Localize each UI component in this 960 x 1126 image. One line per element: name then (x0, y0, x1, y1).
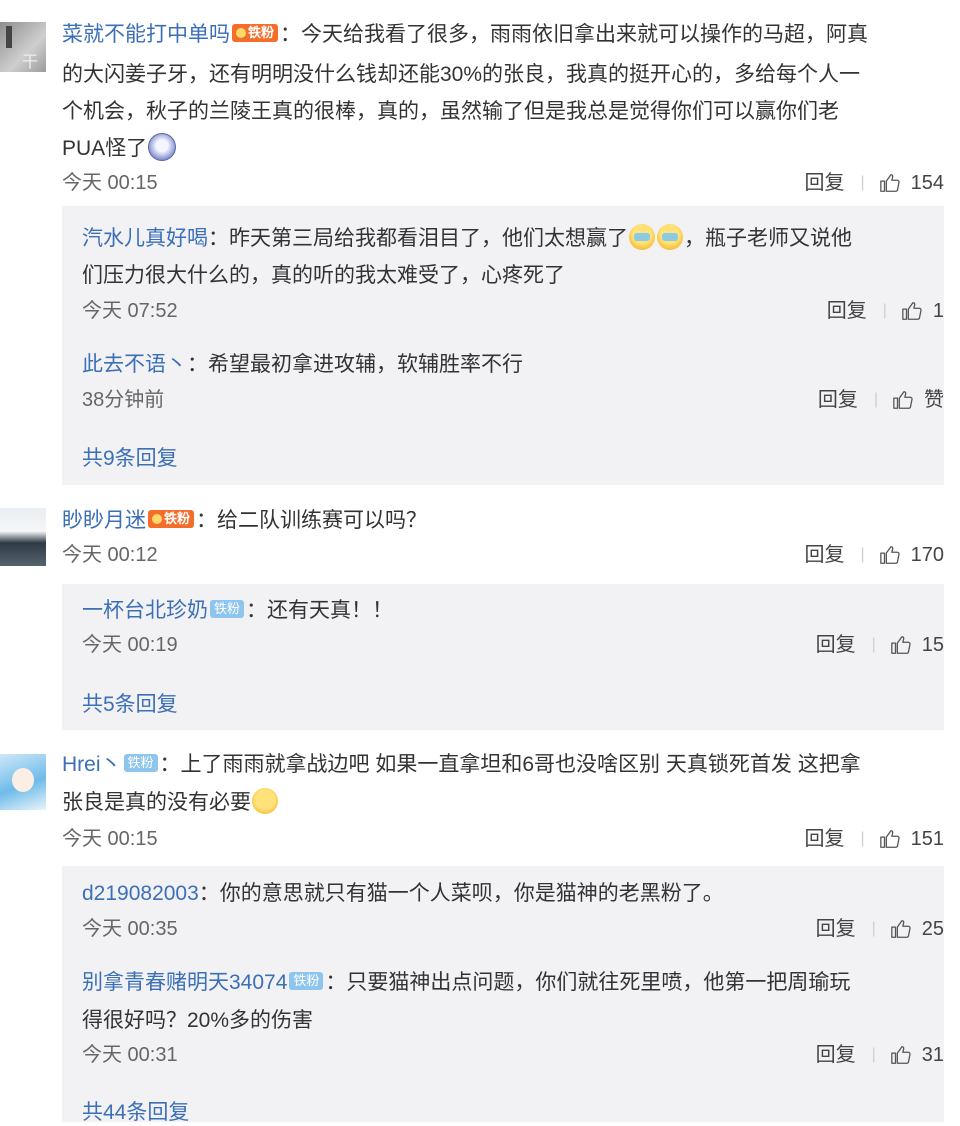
like-label: 赞 (924, 389, 944, 411)
crying-face-emoji (629, 224, 655, 251)
reply-meta: 今天 00:19 回复 | 15 (82, 630, 944, 660)
reply-meta: 今天 07:52 回复 | 1 (82, 296, 944, 326)
comment-text: 个机会，秋子的兰陵王真的很棒，真的，虽然输了但是我总是觉得你们可以赢你们老 (62, 100, 839, 123)
comment-time: 今天 00:15 (62, 828, 158, 850)
avatar[interactable] (0, 754, 46, 810)
reply-text: ：你的意思就只有猫一个人菜呗，你是猫神的老黑粉了。 (198, 882, 724, 905)
reply-button[interactable]: 回复 (816, 630, 856, 660)
like-count: 1 (932, 300, 944, 322)
thumbs-up-icon[interactable] (879, 828, 901, 850)
reply-text: ：昨天第三局给我都看泪目了，他们太想赢了 (208, 227, 628, 250)
divider: | (871, 636, 876, 653)
fan-badge: 铁粉 (289, 972, 324, 991)
comment-username[interactable]: 眇眇月迷 (62, 509, 146, 532)
comment-time: 今天 00:12 (62, 544, 158, 566)
view-more-replies-link[interactable]: 共5条回复 (82, 688, 178, 718)
reply-text: ：只要猫神出点问题，你们就往死里喷，他第一把周瑜玩 (325, 971, 851, 994)
sweat-smile-emoji (252, 788, 278, 815)
divider: | (871, 920, 876, 937)
comment-text: 张良是真的没有必要 (62, 791, 251, 814)
thumbs-up-icon[interactable] (890, 1044, 912, 1066)
thumbs-up-icon[interactable] (879, 544, 901, 566)
thumbs-up-icon[interactable] (890, 918, 912, 940)
reply-meta: 今天 00:35 回复 | 25 (82, 914, 944, 944)
divider: | (873, 391, 878, 408)
divider: | (860, 174, 865, 191)
comment-username[interactable]: Hrei丶 (62, 753, 122, 776)
like-count: 154 (910, 172, 944, 194)
reply-button[interactable]: 回复 (816, 914, 856, 944)
shocked-face-emoji (148, 133, 177, 162)
reply-username[interactable]: 汽水儿真好喝 (82, 227, 208, 250)
crying-face-emoji (657, 224, 683, 251)
reply-button[interactable]: 回复 (804, 168, 844, 198)
comment-meta: 今天 00:12 回复 | 170 (62, 540, 944, 570)
divider: | (860, 830, 865, 847)
avatar[interactable] (0, 508, 46, 566)
reply-button[interactable]: 回复 (804, 540, 844, 570)
reply-username[interactable]: d219082003 (82, 882, 199, 905)
reply-text: ：还有天真！！ (246, 599, 394, 622)
comment-text: ：给二队训练赛可以吗？ (196, 509, 428, 532)
reply-text: ：希望最初拿进攻辅，软辅胜率不行 (187, 353, 523, 376)
divider: | (860, 546, 865, 563)
reply-text: 们压力很大什么的，真的听的我太难受了，心疼死了 (82, 264, 565, 287)
comment-meta: 今天 00:15 回复 | 151 (62, 824, 944, 854)
reply-time: 38分钟前 (82, 389, 165, 411)
fan-badge-icon (152, 514, 162, 525)
thumbs-up-icon[interactable] (890, 634, 912, 656)
fan-badge-icon (236, 28, 246, 39)
reply-username[interactable]: 一杯台北珍奶 (82, 599, 208, 622)
reply-text: ，瓶子老师又说他 (684, 227, 852, 250)
reply-time: 今天 00:31 (82, 1044, 178, 1066)
like-count: 25 (921, 918, 944, 940)
reply-username[interactable]: 此去不语丶 (82, 353, 187, 376)
comment-text: ：上了雨雨就拿战边吧 如果一直拿坦和6哥也没啥区别 天真锁死首发 这把拿 (159, 753, 861, 776)
like-count: 170 (910, 544, 944, 566)
reply-time: 今天 07:52 (82, 300, 178, 322)
divider: | (871, 1046, 876, 1063)
reply-text: 得很好吗？20%多的伤害 (82, 1009, 314, 1032)
like-count: 15 (921, 634, 944, 656)
reply-button[interactable]: 回复 (804, 824, 844, 854)
fan-badge: 铁粉 (123, 754, 158, 773)
fan-badge: 铁粉 (210, 600, 245, 619)
comment-text: ：今天给我看了很多，雨雨依旧拿出来就可以操作的马超，阿真 (280, 23, 869, 46)
divider: | (882, 302, 887, 319)
reply-meta: 今天 00:31 回复 | 31 (82, 1040, 944, 1070)
reply-button[interactable]: 回复 (827, 296, 867, 326)
reply-username[interactable]: 别拿青春赌明天34074 (82, 971, 287, 994)
reply-time: 今天 00:19 (82, 634, 178, 656)
comment-time: 今天 00:15 (62, 172, 158, 194)
fan-badge: 铁粉 (232, 24, 279, 43)
fan-badge: 铁粉 (148, 510, 195, 529)
comment-meta: 今天 00:15 回复 | 154 (62, 168, 944, 198)
like-count: 31 (921, 1044, 944, 1066)
thumbs-up-icon[interactable] (879, 172, 901, 194)
reply-button[interactable]: 回复 (816, 1040, 856, 1070)
reply-meta: 38分钟前 回复 | 赞 (82, 385, 944, 415)
thumbs-up-icon[interactable] (901, 300, 923, 322)
comment-text: 的大闪姜子牙，还有明明没什么钱却还能30%的张良，我真的挺开心的，多给每个人一 (62, 63, 861, 86)
thumbs-up-icon[interactable] (892, 389, 914, 411)
comment-text: PUA怪了 (62, 137, 148, 160)
comment-username[interactable]: 菜就不能打中单吗 (62, 23, 230, 46)
view-more-replies-link[interactable]: 共9条回复 (82, 442, 178, 472)
reply-button[interactable]: 回复 (818, 385, 858, 415)
like-count: 151 (910, 828, 944, 850)
reply-time: 今天 00:35 (82, 918, 178, 940)
avatar[interactable]: 干 (0, 22, 46, 72)
